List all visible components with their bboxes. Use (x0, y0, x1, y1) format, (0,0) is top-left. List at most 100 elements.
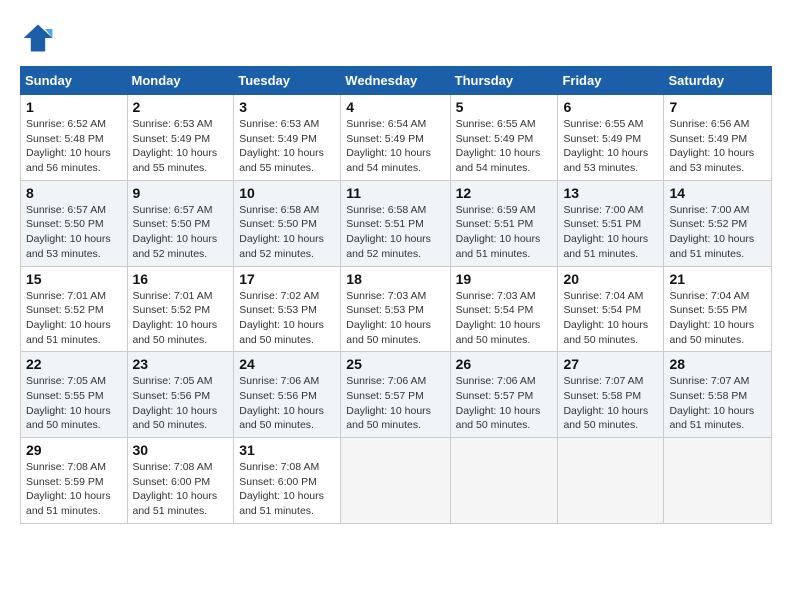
day-number: 12 (456, 185, 553, 201)
calendar-table: SundayMondayTuesdayWednesdayThursdayFrid… (20, 66, 772, 524)
weekday-header: Saturday (664, 67, 772, 95)
calendar-day-cell: 17 Sunrise: 7:02 AM Sunset: 5:53 PM Dayl… (234, 266, 341, 352)
day-info: Sunrise: 7:01 AM Sunset: 5:52 PM Dayligh… (133, 289, 229, 348)
day-number: 13 (563, 185, 658, 201)
day-number: 10 (239, 185, 335, 201)
day-number: 20 (563, 271, 658, 287)
day-number: 8 (26, 185, 122, 201)
day-info: Sunrise: 6:57 AM Sunset: 5:50 PM Dayligh… (26, 203, 122, 262)
day-info: Sunrise: 7:04 AM Sunset: 5:55 PM Dayligh… (669, 289, 766, 348)
day-number: 19 (456, 271, 553, 287)
calendar-week-row: 22 Sunrise: 7:05 AM Sunset: 5:55 PM Dayl… (21, 352, 772, 438)
calendar-day-cell: 12 Sunrise: 6:59 AM Sunset: 5:51 PM Dayl… (450, 180, 558, 266)
calendar-day-cell: 1 Sunrise: 6:52 AM Sunset: 5:48 PM Dayli… (21, 95, 128, 181)
page-header (20, 20, 772, 56)
day-info: Sunrise: 6:53 AM Sunset: 5:49 PM Dayligh… (239, 117, 335, 176)
calendar-day-cell: 23 Sunrise: 7:05 AM Sunset: 5:56 PM Dayl… (127, 352, 234, 438)
day-info: Sunrise: 7:03 AM Sunset: 5:53 PM Dayligh… (346, 289, 444, 348)
day-number: 30 (133, 442, 229, 458)
day-info: Sunrise: 6:57 AM Sunset: 5:50 PM Dayligh… (133, 203, 229, 262)
day-info: Sunrise: 7:06 AM Sunset: 5:57 PM Dayligh… (456, 374, 553, 433)
logo (20, 20, 62, 56)
day-number: 23 (133, 356, 229, 372)
day-info: Sunrise: 7:00 AM Sunset: 5:52 PM Dayligh… (669, 203, 766, 262)
calendar-day-cell: 24 Sunrise: 7:06 AM Sunset: 5:56 PM Dayl… (234, 352, 341, 438)
day-info: Sunrise: 7:06 AM Sunset: 5:56 PM Dayligh… (239, 374, 335, 433)
day-number: 27 (563, 356, 658, 372)
day-info: Sunrise: 7:04 AM Sunset: 5:54 PM Dayligh… (563, 289, 658, 348)
calendar-day-cell: 25 Sunrise: 7:06 AM Sunset: 5:57 PM Dayl… (341, 352, 450, 438)
day-number: 5 (456, 99, 553, 115)
day-number: 21 (669, 271, 766, 287)
calendar-day-cell: 2 Sunrise: 6:53 AM Sunset: 5:49 PM Dayli… (127, 95, 234, 181)
day-info: Sunrise: 7:06 AM Sunset: 5:57 PM Dayligh… (346, 374, 444, 433)
calendar-day-cell: 30 Sunrise: 7:08 AM Sunset: 6:00 PM Dayl… (127, 438, 234, 524)
day-number: 3 (239, 99, 335, 115)
calendar-day-cell: 18 Sunrise: 7:03 AM Sunset: 5:53 PM Dayl… (341, 266, 450, 352)
weekday-header: Wednesday (341, 67, 450, 95)
day-number: 1 (26, 99, 122, 115)
calendar-day-cell: 21 Sunrise: 7:04 AM Sunset: 5:55 PM Dayl… (664, 266, 772, 352)
day-info: Sunrise: 6:54 AM Sunset: 5:49 PM Dayligh… (346, 117, 444, 176)
day-number: 2 (133, 99, 229, 115)
day-info: Sunrise: 6:55 AM Sunset: 5:49 PM Dayligh… (456, 117, 553, 176)
calendar-day-cell: 27 Sunrise: 7:07 AM Sunset: 5:58 PM Dayl… (558, 352, 664, 438)
day-number: 16 (133, 271, 229, 287)
day-info: Sunrise: 7:05 AM Sunset: 5:55 PM Dayligh… (26, 374, 122, 433)
day-number: 4 (346, 99, 444, 115)
day-number: 9 (133, 185, 229, 201)
calendar-day-cell (664, 438, 772, 524)
day-number: 14 (669, 185, 766, 201)
calendar-day-cell: 9 Sunrise: 6:57 AM Sunset: 5:50 PM Dayli… (127, 180, 234, 266)
day-info: Sunrise: 6:58 AM Sunset: 5:51 PM Dayligh… (346, 203, 444, 262)
day-info: Sunrise: 6:52 AM Sunset: 5:48 PM Dayligh… (26, 117, 122, 176)
calendar-week-row: 8 Sunrise: 6:57 AM Sunset: 5:50 PM Dayli… (21, 180, 772, 266)
day-number: 15 (26, 271, 122, 287)
calendar-day-cell: 5 Sunrise: 6:55 AM Sunset: 5:49 PM Dayli… (450, 95, 558, 181)
calendar-day-cell: 4 Sunrise: 6:54 AM Sunset: 5:49 PM Dayli… (341, 95, 450, 181)
calendar-day-cell: 29 Sunrise: 7:08 AM Sunset: 5:59 PM Dayl… (21, 438, 128, 524)
weekday-header: Friday (558, 67, 664, 95)
calendar-header-row: SundayMondayTuesdayWednesdayThursdayFrid… (21, 67, 772, 95)
day-number: 18 (346, 271, 444, 287)
day-info: Sunrise: 6:56 AM Sunset: 5:49 PM Dayligh… (669, 117, 766, 176)
calendar-day-cell: 3 Sunrise: 6:53 AM Sunset: 5:49 PM Dayli… (234, 95, 341, 181)
calendar-day-cell: 19 Sunrise: 7:03 AM Sunset: 5:54 PM Dayl… (450, 266, 558, 352)
day-info: Sunrise: 7:01 AM Sunset: 5:52 PM Dayligh… (26, 289, 122, 348)
calendar-day-cell: 13 Sunrise: 7:00 AM Sunset: 5:51 PM Dayl… (558, 180, 664, 266)
day-info: Sunrise: 6:58 AM Sunset: 5:50 PM Dayligh… (239, 203, 335, 262)
day-info: Sunrise: 6:59 AM Sunset: 5:51 PM Dayligh… (456, 203, 553, 262)
logo-icon (20, 20, 56, 56)
day-info: Sunrise: 7:07 AM Sunset: 5:58 PM Dayligh… (669, 374, 766, 433)
day-info: Sunrise: 7:00 AM Sunset: 5:51 PM Dayligh… (563, 203, 658, 262)
day-info: Sunrise: 7:08 AM Sunset: 5:59 PM Dayligh… (26, 460, 122, 519)
calendar-week-row: 1 Sunrise: 6:52 AM Sunset: 5:48 PM Dayli… (21, 95, 772, 181)
day-number: 28 (669, 356, 766, 372)
day-info: Sunrise: 7:08 AM Sunset: 6:00 PM Dayligh… (239, 460, 335, 519)
calendar-day-cell: 28 Sunrise: 7:07 AM Sunset: 5:58 PM Dayl… (664, 352, 772, 438)
weekday-header: Tuesday (234, 67, 341, 95)
calendar-day-cell (341, 438, 450, 524)
weekday-header: Sunday (21, 67, 128, 95)
calendar-day-cell: 8 Sunrise: 6:57 AM Sunset: 5:50 PM Dayli… (21, 180, 128, 266)
day-number: 29 (26, 442, 122, 458)
day-info: Sunrise: 6:53 AM Sunset: 5:49 PM Dayligh… (133, 117, 229, 176)
calendar-day-cell (558, 438, 664, 524)
day-info: Sunrise: 7:08 AM Sunset: 6:00 PM Dayligh… (133, 460, 229, 519)
day-info: Sunrise: 6:55 AM Sunset: 5:49 PM Dayligh… (563, 117, 658, 176)
calendar-day-cell: 16 Sunrise: 7:01 AM Sunset: 5:52 PM Dayl… (127, 266, 234, 352)
calendar-day-cell: 22 Sunrise: 7:05 AM Sunset: 5:55 PM Dayl… (21, 352, 128, 438)
calendar-week-row: 15 Sunrise: 7:01 AM Sunset: 5:52 PM Dayl… (21, 266, 772, 352)
day-info: Sunrise: 7:05 AM Sunset: 5:56 PM Dayligh… (133, 374, 229, 433)
calendar-day-cell: 7 Sunrise: 6:56 AM Sunset: 5:49 PM Dayli… (664, 95, 772, 181)
day-info: Sunrise: 7:03 AM Sunset: 5:54 PM Dayligh… (456, 289, 553, 348)
calendar-day-cell: 6 Sunrise: 6:55 AM Sunset: 5:49 PM Dayli… (558, 95, 664, 181)
weekday-header: Thursday (450, 67, 558, 95)
calendar-day-cell: 14 Sunrise: 7:00 AM Sunset: 5:52 PM Dayl… (664, 180, 772, 266)
calendar-day-cell: 26 Sunrise: 7:06 AM Sunset: 5:57 PM Dayl… (450, 352, 558, 438)
day-number: 25 (346, 356, 444, 372)
day-number: 22 (26, 356, 122, 372)
day-info: Sunrise: 7:02 AM Sunset: 5:53 PM Dayligh… (239, 289, 335, 348)
weekday-header: Monday (127, 67, 234, 95)
day-number: 24 (239, 356, 335, 372)
